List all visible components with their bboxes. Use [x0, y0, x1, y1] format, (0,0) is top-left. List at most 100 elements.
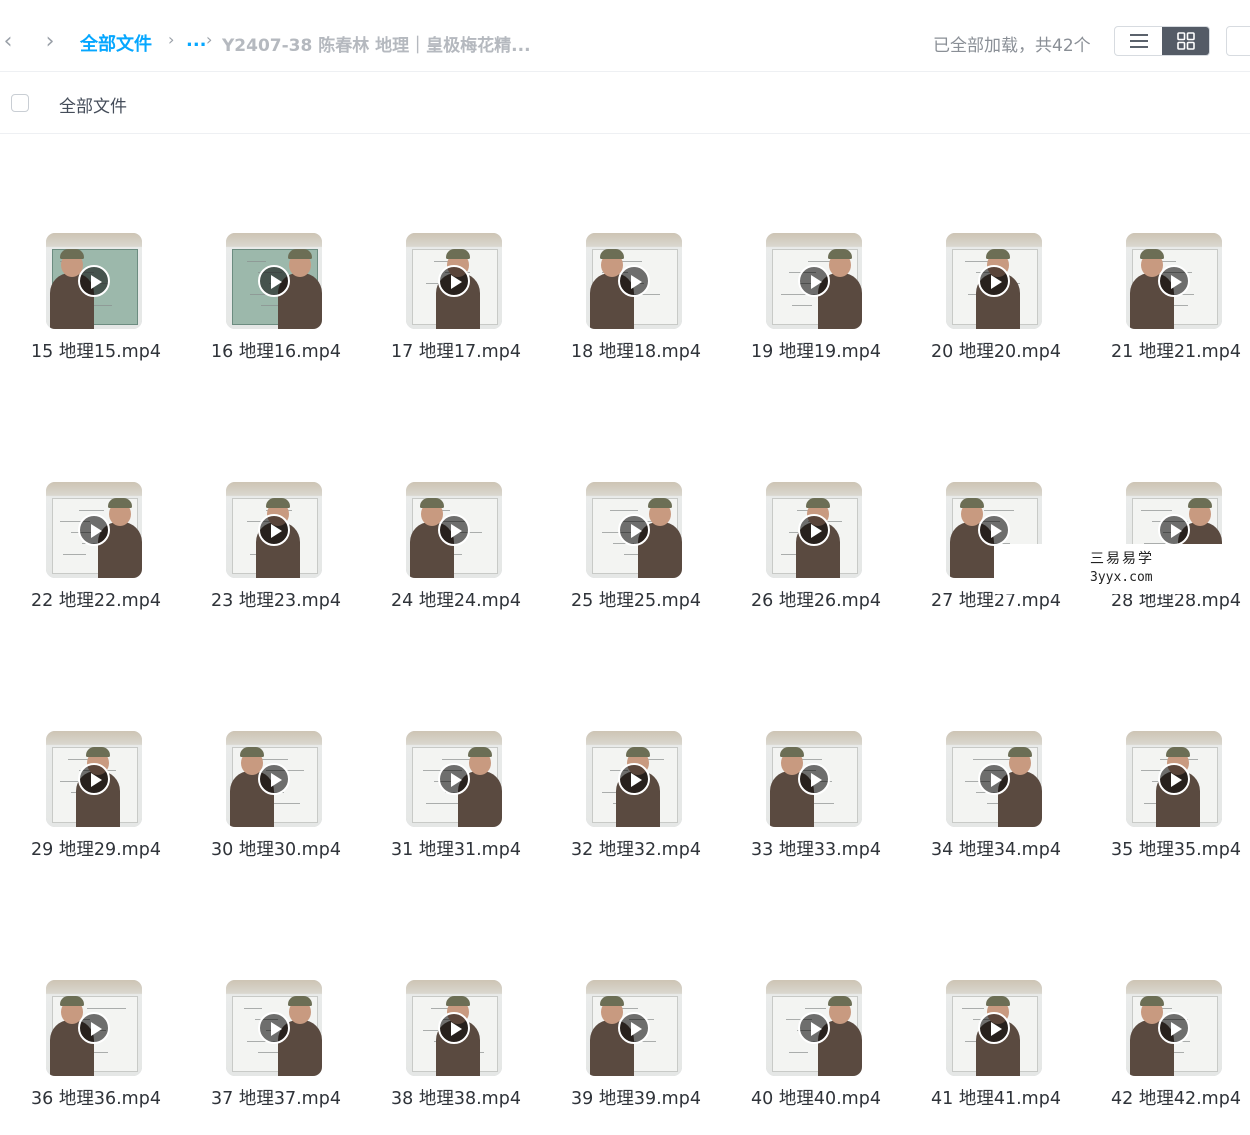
video-thumbnail[interactable]: [766, 980, 862, 1076]
video-thumbnail[interactable]: [1126, 980, 1222, 1076]
video-thumbnail[interactable]: [226, 731, 322, 827]
play-icon: [978, 1012, 1010, 1044]
file-tile[interactable]: 36 地理36.mp4: [2, 980, 182, 1120]
selection-bar: 全部文件: [0, 72, 1250, 134]
file-tile[interactable]: 35 地理35.mp4: [1082, 731, 1250, 871]
video-thumbnail[interactable]: [946, 980, 1042, 1076]
video-thumbnail[interactable]: [586, 482, 682, 578]
video-thumbnail[interactable]: [406, 731, 502, 827]
video-thumbnail[interactable]: [406, 482, 502, 578]
video-thumbnail[interactable]: [766, 482, 862, 578]
file-tile[interactable]: 18 地理18.mp4: [542, 233, 722, 373]
play-icon: [78, 763, 110, 795]
file-tile[interactable]: 21 地理21.mp4: [1082, 233, 1250, 373]
video-thumbnail[interactable]: [586, 980, 682, 1076]
play-icon: [438, 265, 470, 297]
video-thumbnail[interactable]: [226, 482, 322, 578]
play-icon: [798, 1012, 830, 1044]
file-tile[interactable]: 30 地理30.mp4: [182, 731, 362, 871]
video-thumbnail[interactable]: [226, 233, 322, 329]
file-tile[interactable]: 23 地理23.mp4: [182, 482, 362, 622]
file-name: 17 地理17.mp4: [391, 342, 521, 362]
file-name: 21 地理21.mp4: [1111, 342, 1241, 362]
play-icon: [258, 265, 290, 297]
file-name: 34 地理34.mp4: [931, 840, 1061, 860]
breadcrumb-ellipsis[interactable]: ...: [186, 30, 207, 51]
file-tile[interactable]: 25 地理25.mp4: [542, 482, 722, 622]
forward-button[interactable]: ›: [42, 28, 58, 56]
list-view-button[interactable]: [1115, 27, 1162, 55]
file-name: 18 地理18.mp4: [571, 342, 701, 362]
file-tile[interactable]: 33 地理33.mp4: [722, 731, 902, 871]
file-name: 26 地理26.mp4: [751, 591, 881, 611]
video-thumbnail[interactable]: [46, 233, 142, 329]
file-tile[interactable]: 40 地理40.mp4: [722, 980, 902, 1120]
file-tile[interactable]: 39 地理39.mp4: [542, 980, 722, 1120]
file-name: 24 地理24.mp4: [391, 591, 521, 611]
video-thumbnail[interactable]: [586, 233, 682, 329]
file-tile[interactable]: 32 地理32.mp4: [542, 731, 722, 871]
breadcrumb-separator-icon: ›: [206, 30, 213, 49]
play-icon: [1158, 763, 1190, 795]
select-all-checkbox[interactable]: [11, 94, 29, 112]
video-thumbnail[interactable]: [46, 482, 142, 578]
file-name: 37 地理37.mp4: [211, 1089, 341, 1109]
file-tile[interactable]: 34 地理34.mp4: [902, 731, 1082, 871]
file-tile[interactable]: 22 地理22.mp4: [2, 482, 182, 622]
video-thumbnail[interactable]: [766, 731, 862, 827]
file-tile[interactable]: 42 地理42.mp4: [1082, 980, 1250, 1120]
more-options-button[interactable]: [1226, 26, 1250, 56]
play-icon: [438, 763, 470, 795]
file-tile[interactable]: 15 地理15.mp4: [2, 233, 182, 373]
watermark-text: 三易易学: [1090, 551, 1154, 567]
grid-view-icon: [1176, 32, 1195, 50]
video-thumbnail[interactable]: [586, 731, 682, 827]
video-thumbnail[interactable]: [1126, 731, 1222, 827]
video-thumbnail[interactable]: [766, 233, 862, 329]
play-icon: [78, 514, 110, 546]
video-thumbnail[interactable]: [46, 980, 142, 1076]
file-tile[interactable]: 24 地理24.mp4: [362, 482, 542, 622]
play-icon: [78, 1012, 110, 1044]
file-name: 15 地理15.mp4: [31, 342, 161, 362]
file-tile[interactable]: 31 地理31.mp4: [362, 731, 542, 871]
file-tile[interactable]: 29 地理29.mp4: [2, 731, 182, 871]
video-thumbnail[interactable]: [1126, 233, 1222, 329]
grid-view-button[interactable]: [1162, 27, 1209, 55]
file-tile[interactable]: 26 地理26.mp4: [722, 482, 902, 622]
file-tile[interactable]: 19 地理19.mp4: [722, 233, 902, 373]
all-files-label: 全部文件: [59, 97, 127, 117]
view-toggle: [1114, 26, 1210, 56]
file-tile[interactable]: 37 地理37.mp4: [182, 980, 362, 1120]
file-tile[interactable]: 38 地理38.mp4: [362, 980, 542, 1120]
file-name: 31 地理31.mp4: [391, 840, 521, 860]
play-icon: [798, 265, 830, 297]
file-name: 23 地理23.mp4: [211, 591, 341, 611]
video-thumbnail[interactable]: [226, 980, 322, 1076]
play-icon: [78, 265, 110, 297]
video-thumbnail[interactable]: [46, 731, 142, 827]
play-icon: [438, 514, 470, 546]
breadcrumb-root[interactable]: 全部文件: [80, 30, 152, 56]
file-tile[interactable]: 20 地理20.mp4: [902, 233, 1082, 373]
video-thumbnail[interactable]: [946, 731, 1042, 827]
video-thumbnail[interactable]: [406, 233, 502, 329]
file-tile[interactable]: 17 地理17.mp4: [362, 233, 542, 373]
play-icon: [1158, 514, 1190, 546]
play-icon: [258, 763, 290, 795]
file-name: 35 地理35.mp4: [1111, 840, 1241, 860]
video-thumbnail[interactable]: [946, 233, 1042, 329]
play-icon: [618, 265, 650, 297]
video-thumbnail[interactable]: [406, 980, 502, 1076]
file-tile[interactable]: 16 地理16.mp4: [182, 233, 362, 373]
back-button[interactable]: ‹: [0, 28, 16, 56]
play-icon: [618, 763, 650, 795]
chevron-left-icon: ‹: [3, 29, 13, 54]
play-icon: [978, 514, 1010, 546]
file-tile[interactable]: 41 地理41.mp4: [902, 980, 1082, 1120]
play-icon: [258, 1012, 290, 1044]
watermark-url: 3yyx.com: [1090, 570, 1153, 585]
file-name: 36 地理36.mp4: [31, 1089, 161, 1109]
chevron-right-icon: ›: [45, 29, 55, 54]
breadcrumb-separator-icon: ›: [168, 30, 175, 49]
